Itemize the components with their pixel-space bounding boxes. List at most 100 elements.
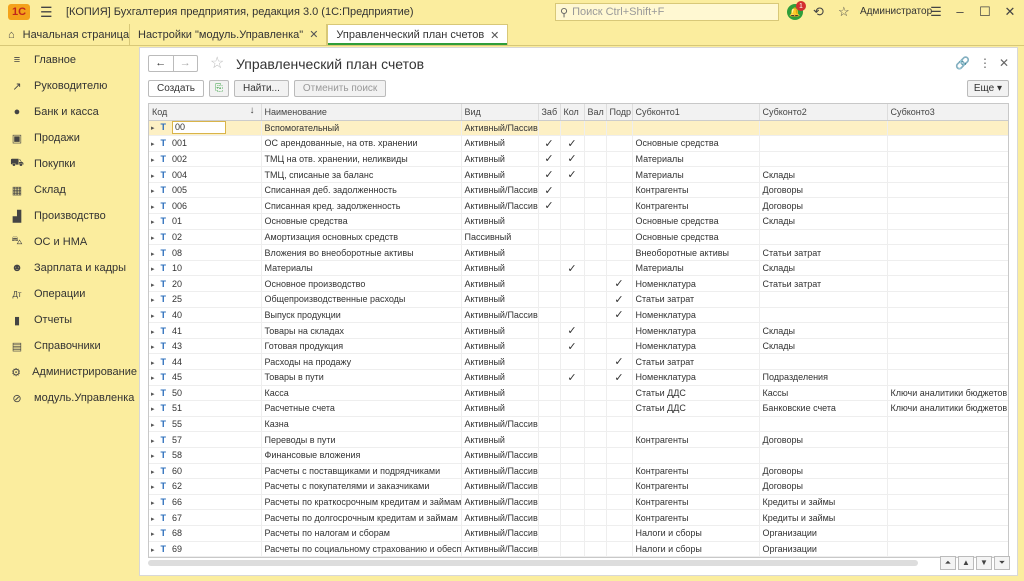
- cell-name[interactable]: Списанная кред. задолженность: [261, 197, 462, 215]
- cell-kind[interactable]: Активный/Пассив...: [461, 197, 539, 215]
- cell-offbalance[interactable]: [538, 275, 561, 293]
- cell-subconto2[interactable]: Склады: [759, 322, 888, 339]
- table-row[interactable]: ▸ T 50 Касса Активный Статьи ДДС Кассы Ключи ан…: [149, 385, 1008, 402]
- cell-name[interactable]: Расчеты по долгосрочным кредитам и займа…: [261, 509, 462, 526]
- cell-division[interactable]: [606, 322, 633, 339]
- cell-currency[interactable]: [584, 197, 607, 215]
- cell-quantity[interactable]: [560, 431, 585, 448]
- cell-quantity[interactable]: ✓: [560, 135, 585, 152]
- cell-kind[interactable]: Активный/Пассив...: [461, 541, 539, 557]
- cell-quantity[interactable]: [560, 182, 585, 199]
- cell-subconto1[interactable]: Номенклатура: [632, 275, 760, 293]
- cell-kind[interactable]: Активный: [461, 213, 539, 230]
- cell-subconto2[interactable]: Кредиты и займы: [759, 509, 888, 526]
- global-search-input[interactable]: ⚲ Поиск Ctrl+Shift+F: [555, 3, 779, 21]
- cell-subconto1[interactable]: Номенклатура: [632, 338, 760, 355]
- cell-name[interactable]: Расчеты по краткосрочным кредитам и займ…: [261, 494, 462, 511]
- cell-currency[interactable]: [584, 244, 607, 261]
- sidebar-item-administration[interactable]: ⚙ Администрирование: [0, 359, 137, 385]
- cell-kind[interactable]: Активный: [461, 166, 539, 183]
- cell-quantity[interactable]: [560, 416, 585, 433]
- table-row[interactable]: ▸ T 66 Расчеты по краткосрочным кредитам и …: [149, 494, 1008, 511]
- column-header-name[interactable]: Наименование: [261, 104, 462, 121]
- sidebar-item-purchases[interactable]: ⛟ Покупки: [0, 151, 137, 177]
- expand-arrow-icon[interactable]: ▸: [151, 141, 155, 148]
- cell-subconto2[interactable]: Статьи затрат: [759, 275, 888, 293]
- favorite-star-icon[interactable]: ☆: [210, 53, 224, 73]
- cell-code[interactable]: ▸ T 10: [149, 260, 262, 277]
- cell-subconto3[interactable]: [887, 541, 1008, 557]
- cell-kind[interactable]: Активный: [461, 135, 539, 152]
- cell-subconto3[interactable]: [887, 369, 1008, 386]
- cell-quantity[interactable]: [560, 291, 585, 308]
- sidebar-item-module[interactable]: ⊘ модуль.Управленка: [0, 385, 137, 411]
- cell-subconto2[interactable]: Договоры: [759, 463, 888, 480]
- cell-name[interactable]: Основные средства: [261, 213, 462, 230]
- cell-code[interactable]: ▸ T 62: [149, 478, 262, 495]
- cell-division[interactable]: [606, 525, 633, 542]
- cell-subconto3[interactable]: [887, 322, 1008, 339]
- cell-kind[interactable]: Активный: [461, 385, 539, 402]
- cell-subconto3[interactable]: [887, 260, 1008, 277]
- cell-offbalance[interactable]: [538, 400, 561, 417]
- sidebar-item-fixed-assets[interactable]: ⛍ ОС и НМА: [0, 229, 137, 255]
- cell-subconto3[interactable]: [887, 416, 1008, 433]
- cell-currency[interactable]: [584, 120, 607, 137]
- more-button[interactable]: Еще ▾: [966, 80, 1009, 97]
- cell-division[interactable]: [606, 197, 633, 215]
- cell-quantity[interactable]: ✓: [560, 369, 585, 386]
- cell-kind[interactable]: Активный: [461, 400, 539, 417]
- cell-code[interactable]: ▸ T 20: [149, 275, 262, 293]
- expand-arrow-icon[interactable]: ▸: [151, 219, 155, 226]
- cell-name[interactable]: Расчеты по налогам и сборам: [261, 525, 462, 542]
- cell-code[interactable]: ▸ T 67: [149, 509, 262, 526]
- cell-name[interactable]: Амортизация основных средств: [261, 229, 462, 246]
- cell-subconto2[interactable]: [759, 447, 888, 464]
- cell-subconto3[interactable]: Ключи аналитики бюджетов: [887, 385, 1008, 402]
- sidebar-item-directories[interactable]: ▤ Справочники: [0, 333, 137, 359]
- cell-currency[interactable]: [584, 213, 607, 230]
- cell-subconto2[interactable]: Договоры: [759, 197, 888, 215]
- cell-subconto2[interactable]: Подразделения: [759, 369, 888, 386]
- cell-subconto2[interactable]: [759, 416, 888, 433]
- cell-kind[interactable]: Активный: [461, 322, 539, 339]
- cell-division[interactable]: [606, 229, 633, 246]
- cell-subconto1[interactable]: Контрагенты: [632, 509, 760, 526]
- cell-subconto2[interactable]: [759, 229, 888, 246]
- expand-arrow-icon[interactable]: ▸: [151, 188, 155, 195]
- cell-subconto1[interactable]: Контрагенты: [632, 431, 760, 448]
- cell-kind[interactable]: Активный: [461, 431, 539, 448]
- cell-subconto2[interactable]: Договоры: [759, 182, 888, 199]
- cell-currency[interactable]: [584, 431, 607, 448]
- cell-subconto2[interactable]: [759, 135, 888, 152]
- cell-subconto2[interactable]: Организации: [759, 541, 888, 557]
- cell-name[interactable]: Товары на складах: [261, 322, 462, 339]
- cell-kind[interactable]: Активный/Пассив...: [461, 416, 539, 433]
- cell-division[interactable]: [606, 463, 633, 480]
- cell-subconto1[interactable]: Внеоборотные активы: [632, 244, 760, 261]
- cell-name[interactable]: Переводы в пути: [261, 431, 462, 448]
- expand-arrow-icon[interactable]: ▸: [151, 391, 155, 398]
- cell-name[interactable]: Расчеты с покупателями и заказчиками: [261, 478, 462, 495]
- cell-offbalance[interactable]: [538, 338, 561, 355]
- tab-chart-of-accounts[interactable]: Управленческий план счетов ✕: [327, 24, 509, 45]
- expand-arrow-icon[interactable]: ▸: [151, 297, 155, 304]
- more-vertical-icon[interactable]: ⋮: [979, 56, 991, 70]
- cell-name[interactable]: Вспомогательный: [261, 120, 462, 137]
- cell-offbalance[interactable]: [538, 229, 561, 246]
- expand-arrow-icon[interactable]: ▸: [151, 453, 155, 460]
- table-row[interactable]: ▸ T 25 Общепроизводственные расходы Активный…: [149, 291, 1008, 308]
- table-row[interactable]: ▸ T 005 Списанная деб. задолженность Активны…: [149, 182, 1008, 199]
- table-row[interactable]: ▸ T 68 Расчеты по налогам и сборам Активный/…: [149, 525, 1008, 542]
- cell-code[interactable]: ▸ T 66: [149, 494, 262, 511]
- sidebar-item-warehouse[interactable]: ▦ Склад: [0, 177, 137, 203]
- cell-currency[interactable]: [584, 322, 607, 339]
- accounts-table[interactable]: Код ↓ Наименование Вид Заб Кол Вал Подр С…: [148, 103, 1009, 558]
- cell-subconto3[interactable]: [887, 120, 1008, 137]
- link-icon[interactable]: 🔗: [955, 56, 970, 70]
- sidebar-item-reports[interactable]: ▮ Отчеты: [0, 307, 137, 333]
- table-row[interactable]: ▸ T 00 Вспомогательный Активный/Пассив...: [149, 120, 1008, 137]
- scroll-top-icon[interactable]: ⏶: [940, 556, 956, 570]
- cell-name[interactable]: ОС арендованные, на отв. хранении: [261, 135, 462, 152]
- expand-arrow-icon[interactable]: ▸: [151, 531, 155, 538]
